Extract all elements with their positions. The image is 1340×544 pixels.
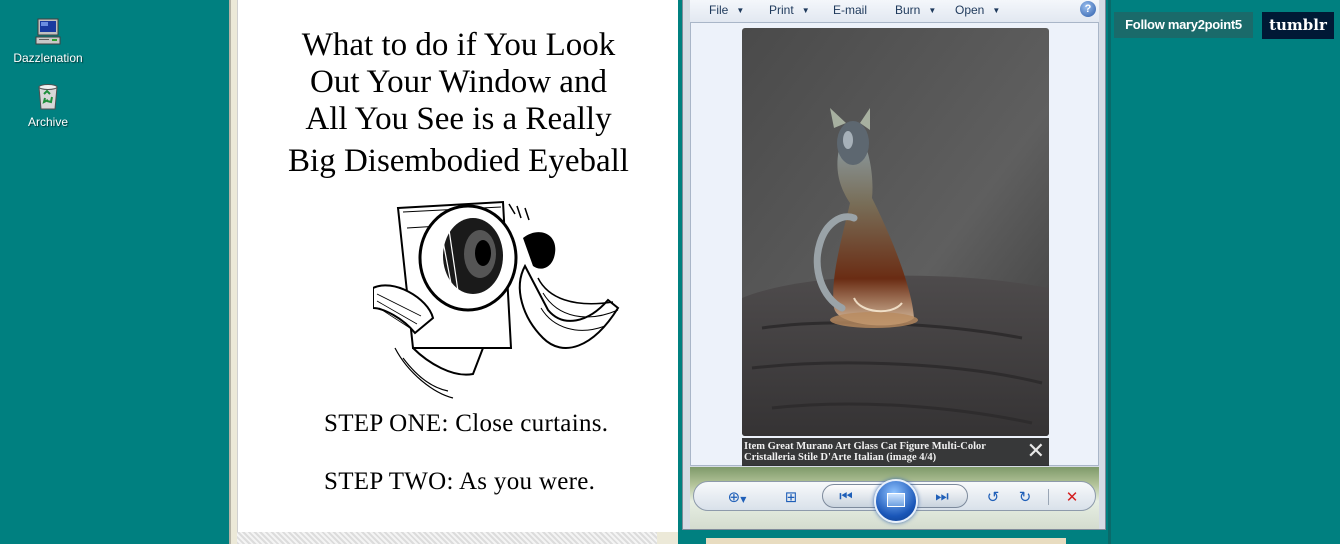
- toolbar-pill: ⊕▼ ⊞ ⏮ ⏭ ↺ ↻ ✕: [693, 479, 1096, 523]
- menu-burn[interactable]: Burn ▼: [895, 3, 936, 17]
- eyeball-engraving-image: [373, 200, 620, 399]
- delete-icon[interactable]: ✕: [1061, 487, 1083, 507]
- step-two-text: STEP TWO: As you were.: [324, 468, 596, 495]
- paper-page: What to do if You Look Out Your Window a…: [237, 0, 678, 532]
- headline-line: All You See is a Really: [305, 101, 612, 137]
- cat-figurine-photo: [742, 28, 1049, 436]
- help-icon[interactable]: ?: [1080, 1, 1096, 17]
- photo-caption: Item Great Murano Art Glass Cat Figure M…: [742, 438, 1049, 466]
- menu-file-label: File: [709, 3, 729, 17]
- chevron-down-icon: ▼: [736, 6, 745, 15]
- photo-viewer-window: File ▼ Print ▼ E-mail Burn ▼ Open ▼ ? It…: [682, 0, 1106, 530]
- desktop-icon-label: Dazzlenation: [13, 51, 83, 65]
- headline-line: Big Disembodied Eyeball: [288, 143, 629, 179]
- column-divider: [1108, 0, 1111, 544]
- menu-open-label: Open: [955, 3, 985, 17]
- headline-line: What to do if You Look: [301, 27, 616, 63]
- headline-line: Out Your Window and: [310, 64, 607, 100]
- menu-file[interactable]: File ▼: [709, 3, 744, 17]
- bottom-paper-edge: [706, 538, 1066, 544]
- menu-email-label: E-mail: [833, 3, 868, 17]
- photo-caption-text: Item Great Murano Art Glass Cat Figure M…: [744, 441, 986, 463]
- toolbar-separator: [1048, 489, 1049, 505]
- rotate-clockwise-icon[interactable]: ↻: [1014, 487, 1036, 507]
- paper-window: What to do if You Look Out Your Window a…: [229, 0, 678, 544]
- desktop-icon-label: Archive: [27, 115, 68, 129]
- viewer-toolbar: ⊕▼ ⊞ ⏮ ⏭ ↺ ↻ ✕: [690, 467, 1099, 529]
- chevron-down-icon: ▼: [928, 6, 937, 15]
- step-one-text: STEP ONE: Close curtains.: [324, 410, 609, 437]
- chevron-down-icon: ▼: [992, 6, 1001, 15]
- slideshow-icon: [887, 493, 905, 507]
- tumblr-logo-button[interactable]: tumblr: [1262, 12, 1334, 39]
- menu-email[interactable]: E-mail: [833, 3, 867, 17]
- menu-print[interactable]: Print ▼: [769, 3, 810, 17]
- next-icon[interactable]: ⏭: [931, 486, 953, 506]
- computer-icon: [35, 18, 61, 45]
- recycle-bin-icon: [38, 84, 58, 110]
- menu-burn-label: Burn: [895, 3, 921, 17]
- zoom-icon[interactable]: ⊕▼: [720, 487, 754, 507]
- chevron-down-icon: ▼: [801, 6, 810, 15]
- scroll-corner: [657, 532, 678, 544]
- desktop-icon-archive[interactable]: Archive: [8, 80, 88, 129]
- actual-size-icon[interactable]: ⊞: [780, 487, 802, 507]
- menu-print-label: Print: [769, 3, 794, 17]
- follow-button[interactable]: Follow mary2point5: [1114, 12, 1253, 38]
- photo-canvas: Item Great Murano Art Glass Cat Figure M…: [690, 22, 1099, 466]
- rotate-counterclockwise-icon[interactable]: ↺: [982, 487, 1004, 507]
- horizontal-scrollbar[interactable]: [237, 532, 657, 544]
- slideshow-button[interactable]: [874, 479, 918, 523]
- paper-headline: What to do if You Look Out Your Window a…: [238, 27, 679, 180]
- viewer-menubar: File ▼ Print ▼ E-mail Burn ▼ Open ▼ ?: [690, 0, 1099, 22]
- previous-icon[interactable]: ⏮: [835, 486, 857, 506]
- desktop-icon-dazzlenation[interactable]: Dazzlenation: [8, 16, 88, 65]
- close-icon[interactable]: ✕: [1027, 441, 1045, 463]
- menu-open[interactable]: Open ▼: [955, 3, 1000, 17]
